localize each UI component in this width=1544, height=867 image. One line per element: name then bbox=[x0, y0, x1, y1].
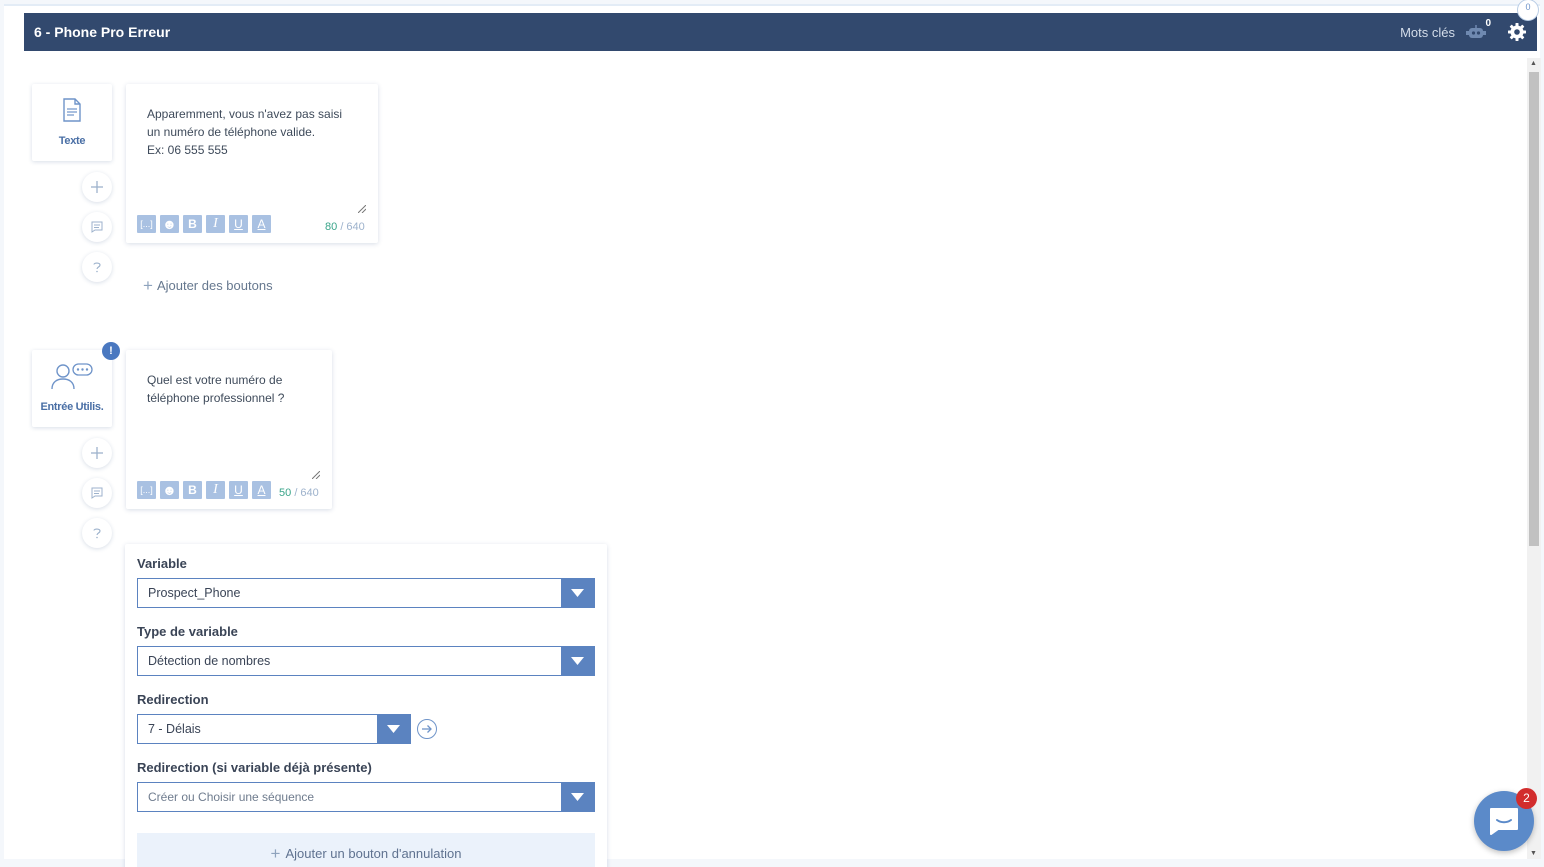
scroll-up-icon[interactable]: ▲ bbox=[1530, 60, 1537, 67]
variable-type-select[interactable]: Détection de nombres bbox=[137, 646, 595, 676]
vertical-scrollbar[interactable]: ▲ ▼ bbox=[1527, 58, 1541, 859]
variable-settings-panel: Variable Prospect_Phone Type de variable… bbox=[125, 544, 607, 867]
add-block-button[interactable] bbox=[82, 438, 112, 468]
chat-icon bbox=[1490, 808, 1518, 835]
char-counter: 80 / 640 bbox=[325, 221, 365, 233]
user-input-question-card[interactable]: Quel est votre numéro de téléphone profe… bbox=[126, 350, 332, 509]
go-to-sequence-icon[interactable] bbox=[417, 719, 437, 739]
format-toolbar: [...] ☻ B I U A bbox=[137, 215, 271, 233]
variable-type-value: Détection de nombres bbox=[148, 654, 271, 668]
text-message-card[interactable]: Apparemment, vous n'avez pas saisi un nu… bbox=[126, 84, 378, 243]
add-block-button[interactable] bbox=[82, 172, 112, 202]
bold-button[interactable]: B bbox=[183, 215, 202, 233]
chevron-down-icon[interactable] bbox=[561, 783, 594, 811]
message-icon bbox=[91, 221, 103, 233]
question-icon bbox=[93, 262, 101, 273]
text-color-button[interactable]: A bbox=[252, 481, 271, 499]
bold-button[interactable]: B bbox=[183, 481, 202, 499]
chevron-down-icon[interactable] bbox=[561, 647, 594, 675]
plus-icon: + bbox=[270, 843, 281, 863]
redirection-select[interactable]: 7 - Délais bbox=[137, 714, 411, 744]
user-input-icon bbox=[51, 363, 93, 390]
text-message-content[interactable]: Apparemment, vous n'avez pas saisi un nu… bbox=[147, 105, 342, 159]
variable-value: Prospect_Phone bbox=[148, 586, 241, 600]
char-counter: 50 / 640 bbox=[279, 487, 319, 499]
emoji-button[interactable]: ☻ bbox=[160, 481, 179, 499]
header-actions: Mots clés 0 bbox=[1400, 18, 1527, 42]
scroll-thumb[interactable] bbox=[1529, 72, 1539, 546]
document-icon bbox=[63, 98, 81, 122]
resize-handle-icon[interactable] bbox=[312, 471, 320, 479]
keywords-label[interactable]: Mots clés bbox=[1400, 25, 1455, 40]
chevron-down-icon[interactable] bbox=[561, 579, 594, 607]
variable-label: Variable bbox=[137, 556, 187, 571]
add-cancel-button-label: Ajouter un bouton d'annulation bbox=[285, 845, 462, 861]
block-type-label: Texte bbox=[58, 135, 86, 147]
char-max: / 640 bbox=[294, 487, 319, 499]
redirection-value: 7 - Délais bbox=[148, 722, 201, 736]
chevron-down-icon[interactable] bbox=[377, 715, 410, 743]
chat-unread-badge: 2 bbox=[1516, 788, 1537, 809]
add-message-button[interactable] bbox=[82, 212, 112, 242]
block-type-label: Entrée Utilis. bbox=[40, 401, 104, 413]
variable-insert-button[interactable]: [...] bbox=[137, 215, 156, 233]
plus-icon bbox=[91, 181, 103, 193]
warning-badge[interactable]: ! bbox=[102, 342, 120, 360]
redirection-present-label: Redirection (si variable déjà présente) bbox=[137, 760, 372, 775]
top-counter-badge: 0 bbox=[1517, 0, 1539, 21]
add-buttons-label: Ajouter des boutons bbox=[156, 278, 273, 293]
add-message-button[interactable] bbox=[82, 478, 112, 508]
format-toolbar: [...] ☻ B I U A bbox=[137, 481, 271, 499]
plus-icon bbox=[91, 447, 103, 459]
underline-button[interactable]: U bbox=[229, 481, 248, 499]
italic-button[interactable]: I bbox=[206, 215, 225, 233]
italic-button[interactable]: I bbox=[206, 481, 225, 499]
underline-button[interactable]: U bbox=[229, 215, 248, 233]
sequence-header: 6 - Phone Pro Erreur Mots clés 0 0 bbox=[24, 0, 1539, 51]
emoji-button[interactable]: ☻ bbox=[160, 215, 179, 233]
char-max: / 640 bbox=[340, 221, 365, 233]
variable-type-label: Type de variable bbox=[137, 624, 238, 639]
user-input-question[interactable]: Quel est votre numéro de téléphone profe… bbox=[147, 371, 284, 407]
block-type-text[interactable]: Texte bbox=[32, 84, 112, 161]
plus-icon: + bbox=[143, 276, 153, 295]
gear-icon[interactable] bbox=[1507, 22, 1527, 42]
redirection-present-placeholder: Créer ou Choisir une séquence bbox=[148, 790, 315, 804]
variable-insert-button[interactable]: [...] bbox=[137, 481, 156, 499]
redirection-label: Redirection bbox=[137, 692, 209, 707]
keywords-robot-icon[interactable]: 0 bbox=[1465, 18, 1491, 41]
redirection-present-select[interactable]: Créer ou Choisir une séquence bbox=[137, 782, 595, 812]
message-icon bbox=[91, 487, 103, 499]
keywords-count: 0 bbox=[1485, 18, 1491, 29]
add-buttons-link[interactable]: + Ajouter des boutons bbox=[143, 277, 273, 294]
help-button[interactable] bbox=[82, 518, 112, 548]
variable-select[interactable]: Prospect_Phone bbox=[137, 578, 595, 608]
text-color-button[interactable]: A bbox=[252, 215, 271, 233]
question-icon bbox=[93, 528, 101, 539]
block-type-user-input[interactable]: Entrée Utilis. bbox=[32, 350, 112, 427]
add-cancel-button[interactable]: + Ajouter un bouton d'annulation bbox=[137, 833, 595, 867]
char-count: 50 bbox=[279, 487, 292, 499]
resize-handle-icon[interactable] bbox=[358, 205, 366, 213]
help-button[interactable] bbox=[82, 252, 112, 282]
char-count: 80 bbox=[325, 221, 338, 233]
scroll-down-icon[interactable]: ▼ bbox=[1530, 850, 1537, 857]
sequence-title: 6 - Phone Pro Erreur bbox=[34, 24, 171, 40]
